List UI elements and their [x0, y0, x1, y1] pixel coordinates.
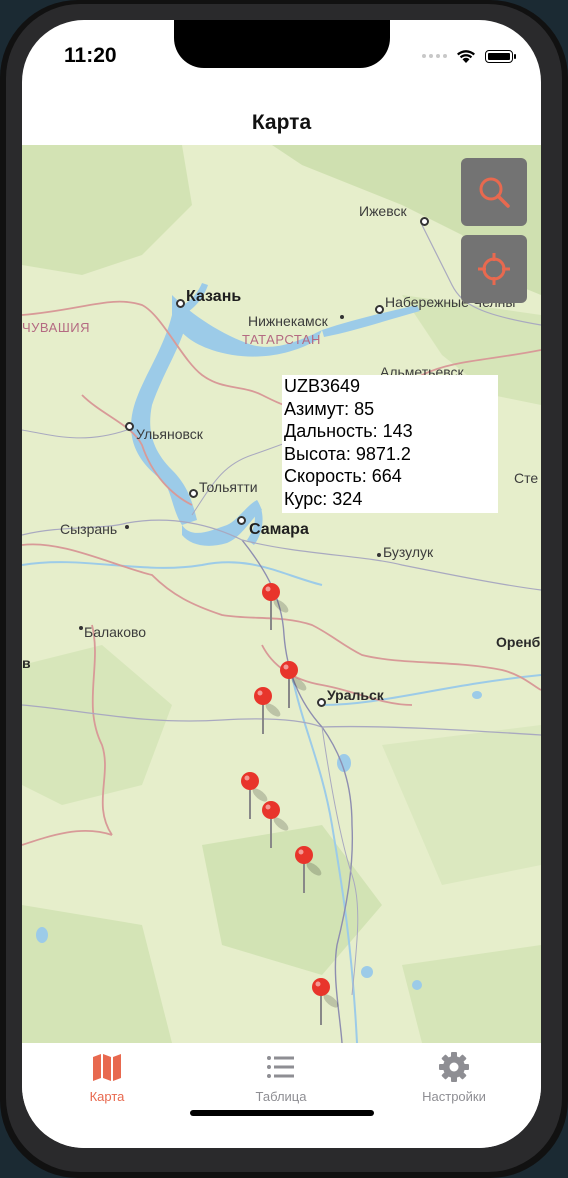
city-marker-tolyatti [189, 489, 198, 498]
city-label: Уральск [327, 687, 384, 703]
wifi-icon [457, 50, 475, 63]
map-pin[interactable] [253, 686, 281, 734]
map-view[interactable]: Ижевск Казань Набережные Челны Нижнекамс… [22, 145, 541, 1043]
flight-course: Курс: 324 [284, 488, 363, 509]
app-screen: 11:20 Карта Ижевск Казань Набережные Чел… [22, 20, 541, 1148]
city-label: Нижнекамск [248, 313, 328, 329]
map-pin[interactable] [294, 845, 322, 893]
flight-distance: Дальность: 143 [284, 421, 413, 441]
city-marker-naberezhnye-chelny [375, 305, 384, 314]
tab-settings[interactable]: Настройки [379, 1051, 529, 1121]
city-label: Тольятти [199, 479, 258, 495]
search-icon [479, 177, 510, 208]
tab-label: Таблица [255, 1089, 307, 1104]
map-pin[interactable] [240, 771, 268, 819]
city-label: Балаково [84, 624, 147, 640]
tab-map[interactable]: Карта [32, 1051, 182, 1121]
flight-azimuth: Азимут: 85 [284, 398, 375, 419]
city-marker-balakovo [79, 626, 83, 630]
city-label: Ульяновск [136, 426, 203, 442]
city-label: в [22, 655, 31, 671]
search-button[interactable] [461, 158, 527, 226]
map-pin[interactable] [261, 800, 289, 848]
tab-bar: Карта Таблица Настройки [22, 1043, 541, 1148]
cellular-icon [422, 54, 447, 58]
status-time: 11:20 [64, 44, 117, 67]
status-icons [422, 48, 516, 64]
city-marker-nizhnekamsk [340, 315, 344, 319]
city-label: Сте [514, 470, 539, 486]
flight-info-popup: UZB3649 Азимут: 85 Дальность: 143 Высота… [282, 375, 498, 513]
battery-icon [485, 49, 516, 63]
page-title: Карта [251, 110, 312, 134]
tab-label: Карта [89, 1089, 125, 1104]
flight-callsign: UZB3649 [284, 376, 361, 396]
city-label: Бузулук [383, 544, 434, 560]
city-marker-syzran [125, 525, 129, 529]
tab-label: Настройки [422, 1089, 486, 1104]
flight-speed: Скорость: 664 [284, 466, 402, 486]
notch [174, 20, 390, 68]
city-marker-buzuluk [377, 553, 381, 557]
city-label: Казань [186, 288, 242, 305]
city-label: Ижевск [359, 203, 407, 219]
region-label: ТАТАРСТАН [242, 332, 321, 347]
map-pin[interactable] [261, 582, 289, 630]
crosshair-icon [478, 253, 510, 285]
map-icon [93, 1054, 121, 1081]
city-label: Самара [249, 521, 309, 538]
city-marker-ulyanovsk [125, 422, 134, 431]
region-label: ЧУВАШИЯ [22, 320, 90, 335]
flight-altitude: Высота: 9871.2 [284, 443, 411, 464]
locate-button[interactable] [461, 235, 527, 303]
map-pin[interactable] [311, 977, 339, 1025]
city-label: Оренб [496, 634, 541, 650]
home-indicator[interactable] [190, 1110, 374, 1116]
city-marker-izhevsk [420, 217, 429, 226]
city-marker-samara [237, 516, 246, 525]
list-icon [267, 1056, 294, 1078]
gear-icon [439, 1052, 469, 1082]
navigation-bar: Карта [22, 100, 541, 145]
city-label: Сызрань [60, 521, 118, 537]
city-marker-kazan [176, 299, 185, 308]
